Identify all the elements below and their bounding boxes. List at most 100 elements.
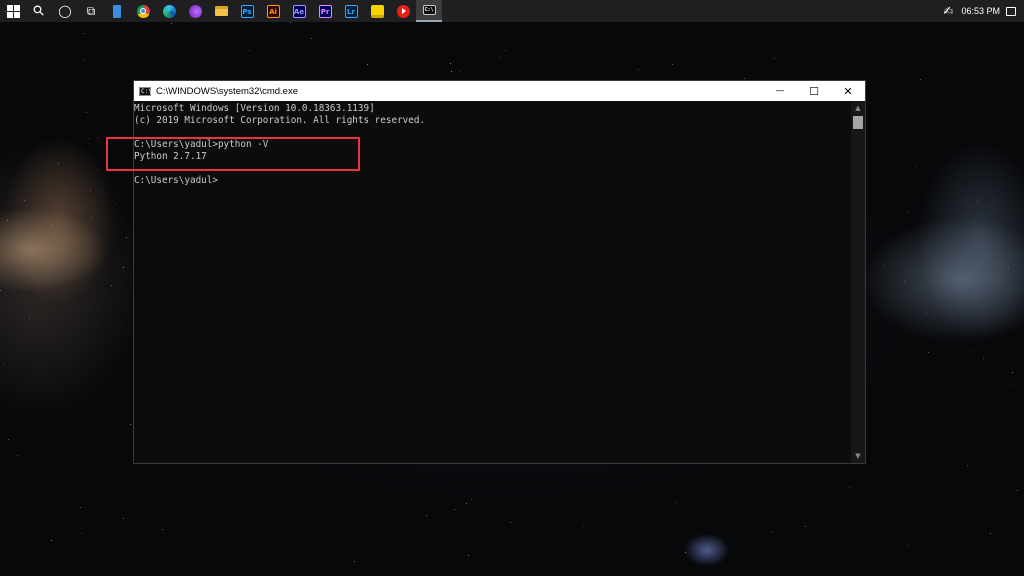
start-icon bbox=[6, 4, 20, 18]
wallpaper-star bbox=[883, 265, 884, 266]
photoshop-icon: Ps bbox=[240, 4, 254, 18]
wallpaper-star bbox=[907, 545, 908, 546]
wallpaper-star bbox=[450, 63, 451, 64]
wallpaper-star bbox=[460, 71, 461, 72]
scroll-up-icon: ▲ bbox=[855, 104, 861, 112]
scroll-up-button[interactable]: ▲ bbox=[851, 101, 865, 115]
wallpaper-star bbox=[771, 532, 772, 533]
close-button[interactable]: ✕ bbox=[831, 81, 865, 101]
wallpaper-star bbox=[916, 167, 917, 168]
scroll-down-icon: ▼ bbox=[855, 452, 861, 460]
wallpaper-star bbox=[91, 216, 92, 217]
cmd-icon: C:\ bbox=[422, 5, 436, 15]
wallpaper-star bbox=[123, 267, 124, 268]
illustrator-icon: Ai bbox=[266, 4, 280, 18]
wallpaper-star bbox=[990, 533, 991, 534]
wallpaper-star bbox=[1012, 372, 1013, 373]
wallpaper-star bbox=[638, 69, 639, 70]
taskbar-clock[interactable]: 06:53 PM bbox=[961, 6, 1000, 16]
minimize-icon: — bbox=[775, 86, 785, 96]
youtube-button[interactable] bbox=[390, 0, 416, 22]
wallpaper-star bbox=[967, 465, 968, 466]
wallpaper-star bbox=[468, 555, 469, 556]
wallpaper-star bbox=[126, 237, 127, 238]
wallpaper-star bbox=[115, 203, 116, 204]
wallpaper-star bbox=[3, 364, 4, 365]
scroll-down-button[interactable]: ▼ bbox=[851, 449, 865, 463]
window-titlebar[interactable]: C:\ C:\WINDOWS\system32\cmd.exe — ☐ ✕ bbox=[134, 81, 865, 101]
wallpaper-star bbox=[774, 58, 775, 59]
highlight-annotation-box bbox=[106, 137, 360, 171]
wallpaper-star bbox=[249, 50, 250, 51]
wallpaper-star bbox=[83, 33, 84, 34]
wallpaper-star bbox=[88, 138, 89, 139]
wallpaper-star bbox=[977, 201, 978, 202]
after-effects-button[interactable]: Ae bbox=[286, 0, 312, 22]
cmd-taskbar-button[interactable]: C:\ bbox=[416, 0, 442, 22]
notifications-icon[interactable] bbox=[1006, 6, 1016, 16]
console-line: Microsoft Windows [Version 10.0.18363.11… bbox=[134, 103, 375, 114]
wallpaper-star bbox=[52, 225, 53, 226]
wallpaper-star bbox=[983, 358, 984, 359]
pen-workspace-icon[interactable]: ✍ bbox=[943, 4, 953, 18]
wallpaper-star bbox=[454, 509, 455, 510]
caption-buttons: — ☐ ✕ bbox=[763, 81, 865, 101]
wallpaper-star bbox=[908, 212, 909, 213]
start-button[interactable] bbox=[0, 0, 26, 22]
cortana-button[interactable]: ◯ bbox=[52, 0, 78, 22]
close-icon: ✕ bbox=[843, 84, 853, 98]
wallpaper-star bbox=[981, 305, 982, 306]
wallpaper-star bbox=[685, 552, 686, 553]
edge-button[interactable] bbox=[156, 0, 182, 22]
wallpaper-star bbox=[111, 285, 112, 286]
wallpaper-star bbox=[1017, 490, 1018, 491]
lightroom-icon: Lr bbox=[344, 4, 358, 18]
tor-browser-button[interactable] bbox=[182, 0, 208, 22]
wallpaper-star bbox=[290, 22, 291, 23]
premiere-icon: Pr bbox=[318, 4, 332, 18]
sticky-notes-icon bbox=[370, 4, 384, 18]
wallpaper-star bbox=[7, 220, 8, 221]
wallpaper-star bbox=[505, 50, 506, 51]
search-button[interactable]: ⚲ bbox=[26, 0, 52, 22]
wallpaper-star bbox=[675, 502, 676, 503]
console-prompt[interactable]: C:\Users\yadul> bbox=[134, 175, 852, 187]
cmd-window-icon[interactable]: C:\ bbox=[139, 86, 152, 96]
wallpaper-star bbox=[51, 540, 52, 541]
task-view-button[interactable]: ⧉ bbox=[78, 0, 104, 22]
lightroom-button[interactable]: Lr bbox=[338, 0, 364, 22]
wallpaper-star bbox=[29, 318, 30, 319]
wallpaper-star bbox=[1013, 385, 1014, 386]
cortana-icon: ◯ bbox=[58, 4, 72, 18]
sticky-notes-button[interactable] bbox=[364, 0, 390, 22]
wallpaper-star bbox=[354, 561, 355, 562]
wallpaper-star bbox=[80, 507, 81, 508]
wallpaper-star bbox=[338, 37, 339, 38]
illustrator-button[interactable]: Ai bbox=[260, 0, 286, 22]
premiere-button[interactable]: Pr bbox=[312, 0, 338, 22]
phone-button[interactable] bbox=[104, 0, 130, 22]
wallpaper-star bbox=[744, 78, 745, 79]
file-explorer-button[interactable] bbox=[208, 0, 234, 22]
wallpaper-star bbox=[928, 352, 929, 353]
wallpaper-star bbox=[171, 23, 172, 24]
wallpaper-star bbox=[86, 112, 87, 113]
after-effects-icon: Ae bbox=[292, 4, 306, 18]
edge-icon bbox=[162, 4, 176, 18]
wallpaper-star bbox=[583, 526, 584, 527]
wallpaper-star bbox=[471, 499, 472, 500]
maximize-icon: ☐ bbox=[809, 84, 819, 98]
system-tray: ✍ 06:53 PM bbox=[943, 0, 1024, 22]
wallpaper-star bbox=[510, 522, 511, 523]
wallpaper-star bbox=[17, 455, 18, 456]
minimize-button[interactable]: — bbox=[763, 81, 797, 101]
scroll-thumb[interactable] bbox=[853, 116, 863, 129]
wallpaper-star bbox=[926, 313, 927, 314]
vertical-scrollbar[interactable]: ▲ ▼ bbox=[851, 101, 865, 463]
chrome-button[interactable] bbox=[130, 0, 156, 22]
wallpaper-star bbox=[426, 515, 427, 516]
maximize-button[interactable]: ☐ bbox=[797, 81, 831, 101]
window-title: C:\WINDOWS\system32\cmd.exe bbox=[156, 85, 298, 97]
wallpaper-star bbox=[90, 190, 91, 191]
photoshop-button[interactable]: Ps bbox=[234, 0, 260, 22]
